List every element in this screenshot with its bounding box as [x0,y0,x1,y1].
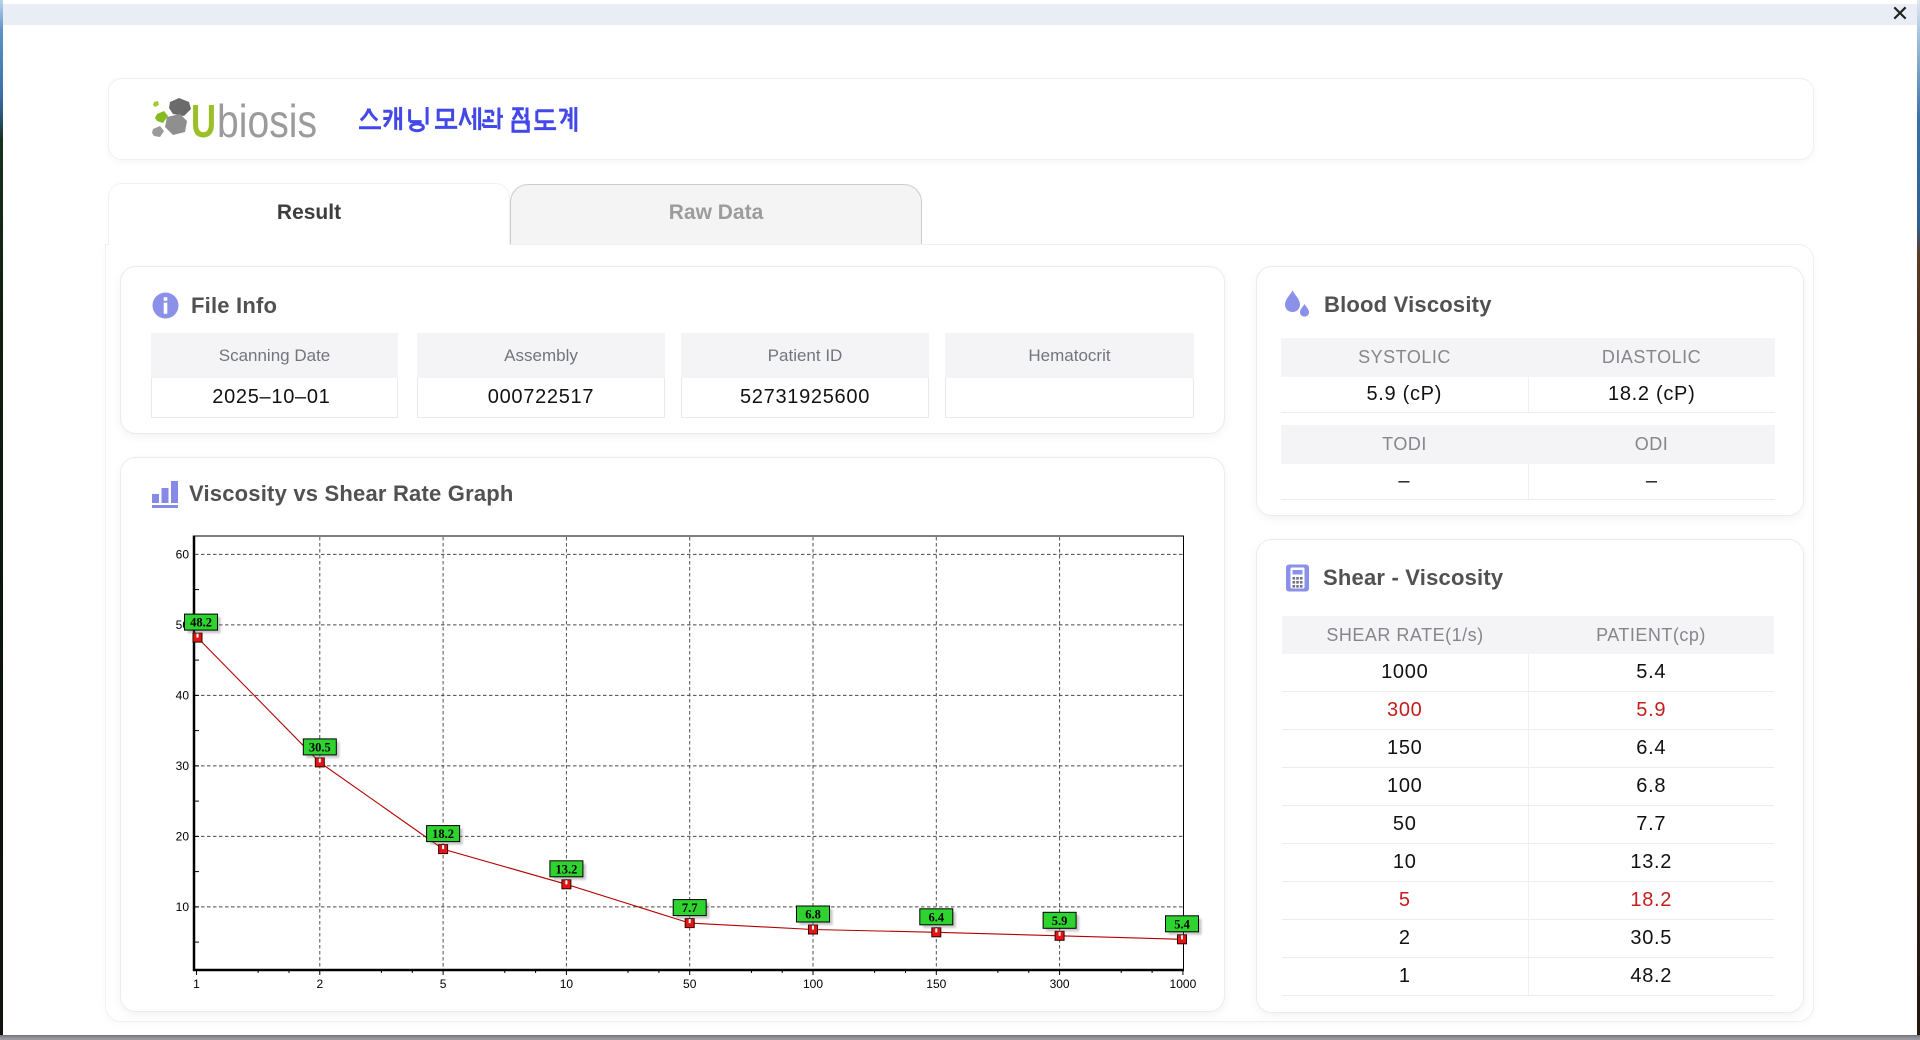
svg-text:48.2: 48.2 [190,616,212,630]
svg-text:2: 2 [316,977,323,991]
svg-text:40: 40 [176,688,190,702]
svg-text:50: 50 [683,977,697,991]
svg-text:60: 60 [176,547,190,561]
svg-text:30: 30 [176,759,190,773]
svg-text:6.8: 6.8 [805,908,821,922]
svg-text:6.4: 6.4 [928,910,944,924]
svg-text:20: 20 [176,829,190,843]
svg-text:100: 100 [803,977,823,991]
svg-text:5.4: 5.4 [1174,917,1190,931]
svg-text:18.2: 18.2 [432,827,454,841]
svg-text:10: 10 [560,977,574,991]
svg-text:5: 5 [440,977,447,991]
svg-text:5.9: 5.9 [1052,914,1068,928]
svg-text:300: 300 [1050,977,1070,991]
svg-text:7.7: 7.7 [682,901,698,915]
svg-text:1: 1 [193,977,200,991]
svg-text:10: 10 [176,900,190,914]
svg-text:30.5: 30.5 [309,740,331,754]
svg-text:150: 150 [926,977,946,991]
svg-text:1000: 1000 [1170,977,1197,991]
svg-text:13.2: 13.2 [555,862,577,876]
